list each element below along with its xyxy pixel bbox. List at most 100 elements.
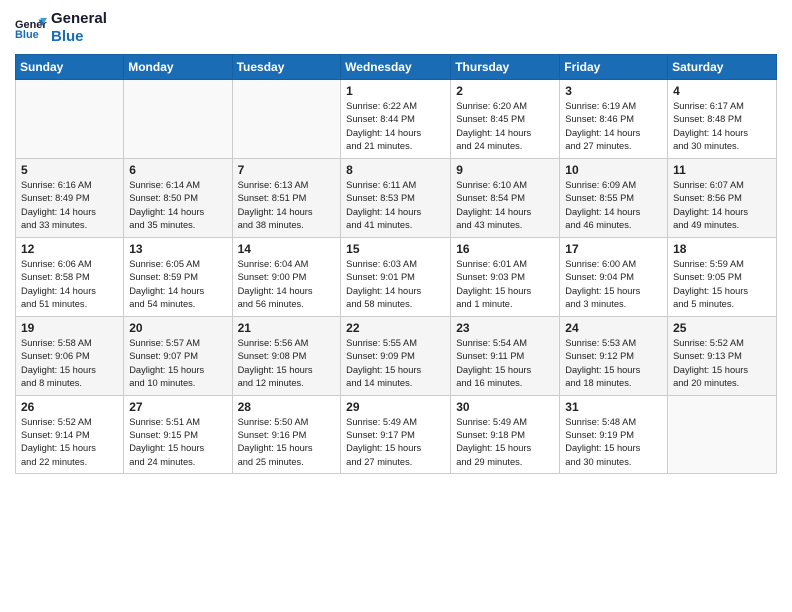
day-info: Sunrise: 5:50 AM Sunset: 9:16 PM Dayligh…: [238, 416, 336, 470]
day-number: 30: [456, 400, 554, 414]
calendar-week-4: 19 Sunrise: 5:58 AM Sunset: 9:06 PM Dayli…: [16, 316, 777, 395]
day-info: Sunrise: 6:22 AM Sunset: 8:44 PM Dayligh…: [346, 100, 445, 154]
day-info: Sunrise: 6:01 AM Sunset: 9:03 PM Dayligh…: [456, 258, 554, 312]
day-number: 12: [21, 242, 118, 256]
weekday-header-monday: Monday: [124, 55, 232, 80]
calendar-week-5: 26 Sunrise: 5:52 AM Sunset: 9:14 PM Dayli…: [16, 395, 777, 474]
day-info: Sunrise: 6:00 AM Sunset: 9:04 PM Dayligh…: [565, 258, 662, 312]
calendar-day-4: 4 Sunrise: 6:17 AM Sunset: 8:48 PM Daylig…: [668, 80, 777, 159]
day-number: 8: [346, 163, 445, 177]
day-number: 21: [238, 321, 336, 335]
day-number: 2: [456, 84, 554, 98]
calendar-day-29: 29 Sunrise: 5:49 AM Sunset: 9:17 PM Dayli…: [341, 395, 451, 474]
day-number: 1: [346, 84, 445, 98]
day-info: Sunrise: 5:59 AM Sunset: 9:05 PM Dayligh…: [673, 258, 771, 312]
calendar-day-25: 25Sunrise: 5:52 AM Sunset: 9:13 PM Dayli…: [668, 316, 777, 395]
calendar-day-3: 3 Sunrise: 6:19 AM Sunset: 8:46 PM Daylig…: [560, 80, 668, 159]
day-info: Sunrise: 5:51 AM Sunset: 9:15 PM Dayligh…: [129, 416, 226, 470]
day-number: 3: [565, 84, 662, 98]
day-info: Sunrise: 6:11 AM Sunset: 8:53 PM Dayligh…: [346, 179, 445, 233]
calendar-day-13: 13 Sunrise: 6:05 AM Sunset: 8:59 PM Dayli…: [124, 237, 232, 316]
logo-general: General: [51, 10, 107, 28]
weekday-header-friday: Friday: [560, 55, 668, 80]
svg-text:Blue: Blue: [15, 29, 39, 40]
day-info: Sunrise: 5:56 AM Sunset: 9:08 PM Dayligh…: [238, 337, 336, 391]
calendar-day-23: 23 Sunrise: 5:54 AM Sunset: 9:11 PM Dayli…: [451, 316, 560, 395]
calendar-day-26: 26 Sunrise: 5:52 AM Sunset: 9:14 PM Dayli…: [16, 395, 124, 474]
day-info: Sunrise: 6:10 AM Sunset: 8:54 PM Dayligh…: [456, 179, 554, 233]
calendar-day-1: 1 Sunrise: 6:22 AM Sunset: 8:44 PM Daylig…: [341, 80, 451, 159]
day-number: 29: [346, 400, 445, 414]
day-info: Sunrise: 5:55 AM Sunset: 9:09 PM Dayligh…: [346, 337, 445, 391]
weekday-header-wednesday: Wednesday: [341, 55, 451, 80]
calendar-empty-cell: [232, 80, 341, 159]
day-info: Sunrise: 6:13 AM Sunset: 8:51 PM Dayligh…: [238, 179, 336, 233]
calendar-day-7: 7 Sunrise: 6:13 AM Sunset: 8:51 PM Daylig…: [232, 158, 341, 237]
day-info: Sunrise: 5:57 AM Sunset: 9:07 PM Dayligh…: [129, 337, 226, 391]
day-info: Sunrise: 6:16 AM Sunset: 8:49 PM Dayligh…: [21, 179, 118, 233]
calendar-week-3: 12 Sunrise: 6:06 AM Sunset: 8:58 PM Dayli…: [16, 237, 777, 316]
calendar-day-19: 19 Sunrise: 5:58 AM Sunset: 9:06 PM Dayli…: [16, 316, 124, 395]
calendar-day-24: 24Sunrise: 5:53 AM Sunset: 9:12 PM Dayli…: [560, 316, 668, 395]
day-number: 13: [129, 242, 226, 256]
day-number: 6: [129, 163, 226, 177]
day-info: Sunrise: 6:09 AM Sunset: 8:55 PM Dayligh…: [565, 179, 662, 233]
day-info: Sunrise: 6:04 AM Sunset: 9:00 PM Dayligh…: [238, 258, 336, 312]
day-number: 16: [456, 242, 554, 256]
day-info: Sunrise: 5:52 AM Sunset: 9:14 PM Dayligh…: [21, 416, 118, 470]
calendar-day-28: 28 Sunrise: 5:50 AM Sunset: 9:16 PM Dayli…: [232, 395, 341, 474]
day-info: Sunrise: 5:49 AM Sunset: 9:17 PM Dayligh…: [346, 416, 445, 470]
day-number: 27: [129, 400, 226, 414]
day-info: Sunrise: 6:14 AM Sunset: 8:50 PM Dayligh…: [129, 179, 226, 233]
day-number: 4: [673, 84, 771, 98]
calendar-day-15: 15 Sunrise: 6:03 AM Sunset: 9:01 PM Dayli…: [341, 237, 451, 316]
calendar-day-30: 30 Sunrise: 5:49 AM Sunset: 9:18 PM Dayli…: [451, 395, 560, 474]
calendar-week-2: 5 Sunrise: 6:16 AM Sunset: 8:49 PM Daylig…: [16, 158, 777, 237]
calendar-table: SundayMondayTuesdayWednesdayThursdayFrid…: [15, 54, 777, 474]
day-info: Sunrise: 6:05 AM Sunset: 8:59 PM Dayligh…: [129, 258, 226, 312]
day-info: Sunrise: 5:54 AM Sunset: 9:11 PM Dayligh…: [456, 337, 554, 391]
calendar-day-8: 8 Sunrise: 6:11 AM Sunset: 8:53 PM Daylig…: [341, 158, 451, 237]
logo-icon: General Blue: [15, 16, 47, 40]
day-number: 31: [565, 400, 662, 414]
day-number: 7: [238, 163, 336, 177]
main-container: General Blue General Blue SundayMondayTu…: [0, 0, 792, 489]
day-number: 17: [565, 242, 662, 256]
calendar-empty-cell: [124, 80, 232, 159]
calendar-day-5: 5 Sunrise: 6:16 AM Sunset: 8:49 PM Daylig…: [16, 158, 124, 237]
logo: General Blue General Blue: [15, 10, 107, 46]
day-number: 20: [129, 321, 226, 335]
calendar-week-1: 1 Sunrise: 6:22 AM Sunset: 8:44 PM Daylig…: [16, 80, 777, 159]
day-info: Sunrise: 6:19 AM Sunset: 8:46 PM Dayligh…: [565, 100, 662, 154]
calendar-day-21: 21 Sunrise: 5:56 AM Sunset: 9:08 PM Dayli…: [232, 316, 341, 395]
day-number: 28: [238, 400, 336, 414]
calendar-day-11: 11Sunrise: 6:07 AM Sunset: 8:56 PM Dayli…: [668, 158, 777, 237]
calendar-empty-cell: [668, 395, 777, 474]
day-number: 18: [673, 242, 771, 256]
weekday-header-row: SundayMondayTuesdayWednesdayThursdayFrid…: [16, 55, 777, 80]
day-info: Sunrise: 5:52 AM Sunset: 9:13 PM Dayligh…: [673, 337, 771, 391]
logo-blue: Blue: [51, 28, 107, 46]
day-info: Sunrise: 6:17 AM Sunset: 8:48 PM Dayligh…: [673, 100, 771, 154]
day-number: 5: [21, 163, 118, 177]
calendar-day-10: 10 Sunrise: 6:09 AM Sunset: 8:55 PM Dayli…: [560, 158, 668, 237]
day-info: Sunrise: 5:49 AM Sunset: 9:18 PM Dayligh…: [456, 416, 554, 470]
day-number: 23: [456, 321, 554, 335]
calendar-day-31: 31 Sunrise: 5:48 AM Sunset: 9:19 PM Dayli…: [560, 395, 668, 474]
calendar-day-22: 22 Sunrise: 5:55 AM Sunset: 9:09 PM Dayli…: [341, 316, 451, 395]
day-number: 22: [346, 321, 445, 335]
calendar-day-18: 18 Sunrise: 5:59 AM Sunset: 9:05 PM Dayli…: [668, 237, 777, 316]
day-number: 10: [565, 163, 662, 177]
day-number: 24: [565, 321, 662, 335]
weekday-header-saturday: Saturday: [668, 55, 777, 80]
day-info: Sunrise: 6:20 AM Sunset: 8:45 PM Dayligh…: [456, 100, 554, 154]
day-info: Sunrise: 6:03 AM Sunset: 9:01 PM Dayligh…: [346, 258, 445, 312]
calendar-day-17: 17 Sunrise: 6:00 AM Sunset: 9:04 PM Dayli…: [560, 237, 668, 316]
weekday-header-thursday: Thursday: [451, 55, 560, 80]
day-number: 19: [21, 321, 118, 335]
day-info: Sunrise: 6:06 AM Sunset: 8:58 PM Dayligh…: [21, 258, 118, 312]
day-info: Sunrise: 5:58 AM Sunset: 9:06 PM Dayligh…: [21, 337, 118, 391]
day-info: Sunrise: 5:48 AM Sunset: 9:19 PM Dayligh…: [565, 416, 662, 470]
day-number: 26: [21, 400, 118, 414]
day-number: 15: [346, 242, 445, 256]
